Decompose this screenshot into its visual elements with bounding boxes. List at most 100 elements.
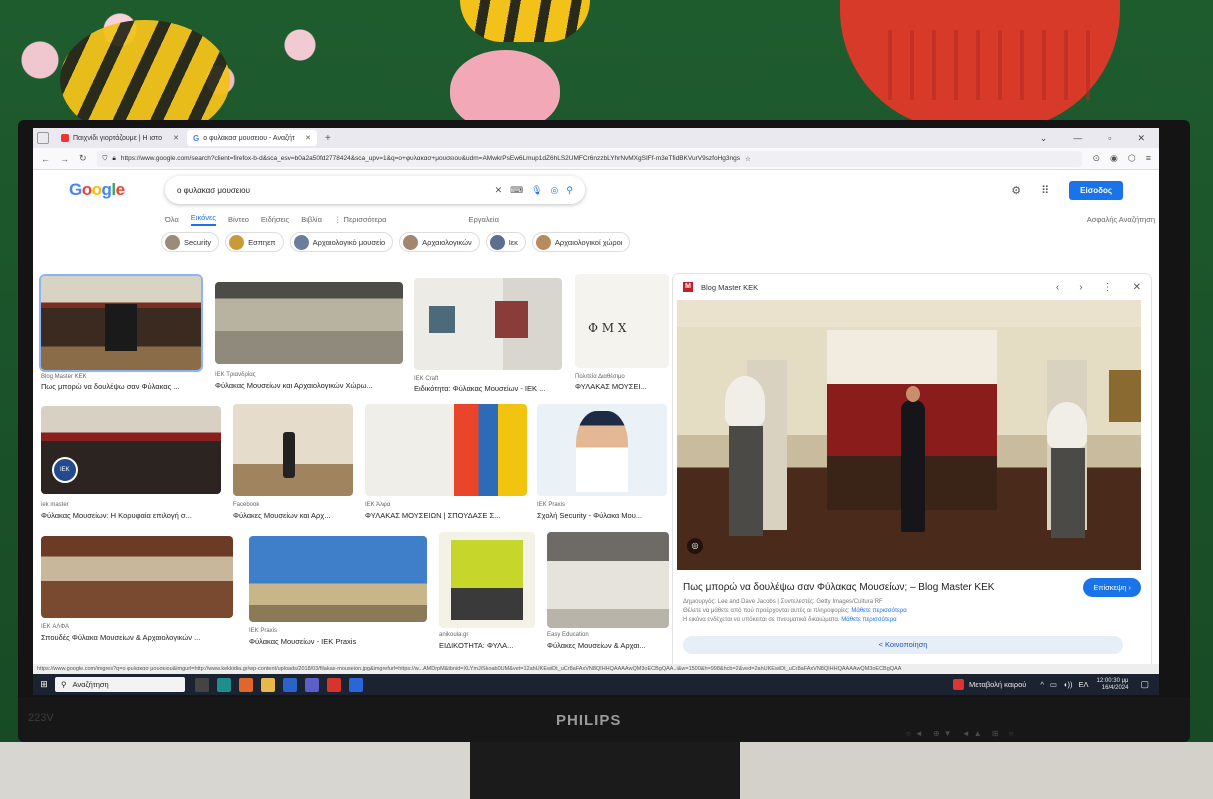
close-window-icon[interactable]: ✕ xyxy=(1137,133,1145,144)
result-title[interactable]: Φύλακας Μουσείων: Η Κορυφαία επιλογή σ..… xyxy=(41,511,221,520)
volume-icon[interactable]: ◖)) xyxy=(1063,680,1073,689)
tab-news[interactable]: Ειδήσεις xyxy=(261,215,289,224)
network-icon[interactable]: ▭ xyxy=(1050,680,1057,689)
more-options-icon[interactable]: ⋮ xyxy=(1103,282,1113,293)
firefox-icon[interactable] xyxy=(239,677,253,692)
tools-button[interactable]: Εργαλεία xyxy=(468,215,498,224)
list-tabs-icon[interactable]: ⌄ xyxy=(1040,133,1048,144)
tab-2-close-icon[interactable]: ✕ xyxy=(305,134,311,142)
tab-more[interactable]: ⋮ Περισσότερα xyxy=(334,215,387,224)
result-title[interactable]: Πως μπορώ να δουλέψω σαν Φύλακας ... xyxy=(41,382,201,391)
edge-icon[interactable] xyxy=(217,677,231,692)
notification-icon[interactable]: ▢ xyxy=(1140,679,1149,690)
preview-title[interactable]: Πως μπορώ να δουλέψω σαν Φύλακας Μουσείω… xyxy=(683,582,994,593)
result-thumbnail[interactable] xyxy=(233,404,353,496)
teams-icon[interactable] xyxy=(305,677,319,692)
reload-icon[interactable]: ↻ xyxy=(79,153,87,164)
learn-more-link[interactable]: Μάθετε περισσότερα xyxy=(851,608,906,614)
previous-icon[interactable]: ‹ xyxy=(1056,282,1059,293)
bookmark-star-icon[interactable]: ☆ xyxy=(745,155,751,163)
tab-1[interactable]: Παιχνίδι γιορτάζουμε | Η ιστο ✕ xyxy=(55,130,185,146)
lens-icon[interactable]: ◎ xyxy=(551,185,559,196)
result-thumbnail[interactable] xyxy=(41,276,201,370)
extensions-icon[interactable]: ⬡ xyxy=(1128,153,1136,164)
menu-icon[interactable]: ≡ xyxy=(1146,153,1151,164)
chip-archaeological[interactable]: Αρχαιολογικών xyxy=(399,232,480,252)
clear-search-icon[interactable]: ✕ xyxy=(495,185,503,196)
result-title[interactable]: Φύλακας Μουσείων και Αρχαιολογικών Χώρω.… xyxy=(215,381,403,390)
result-thumbnail[interactable] xyxy=(547,532,669,628)
result-thumbnail[interactable] xyxy=(41,536,233,618)
back-icon[interactable]: ← xyxy=(41,154,50,164)
store-icon[interactable] xyxy=(283,677,297,692)
preview-source[interactable]: Blog Master KEK xyxy=(701,283,758,292)
tab-all[interactable]: Όλα xyxy=(165,215,179,224)
shield-icon[interactable]: ⛉ xyxy=(103,155,108,163)
lock-icon[interactable]: 🔒︎ xyxy=(112,155,115,163)
result-title[interactable]: Σχολή Security - Φύλακα Μου... xyxy=(537,511,667,520)
tab-images[interactable]: Εικόνες xyxy=(190,213,216,226)
windows-start-icon[interactable]: ⊞ xyxy=(33,679,55,690)
search-input[interactable]: ο φυλακασ μουσειου xyxy=(177,186,487,195)
pocket-icon[interactable]: ⊙ xyxy=(1092,153,1100,164)
tab-books[interactable]: Βιβλία xyxy=(301,215,322,224)
visit-button[interactable]: Επίσκεψη › xyxy=(1083,578,1141,597)
result-title[interactable]: Φύλακας Μουσείων - IEK Praxis xyxy=(249,637,427,646)
result-thumbnail[interactable] xyxy=(365,404,527,496)
tab-overview-icon[interactable] xyxy=(37,132,49,144)
tab-2[interactable]: G ο φυλακασ μουσειου - Αναζήτ ✕ xyxy=(187,130,317,146)
chip-archaeological-museum[interactable]: Αρχαιολογικό μουσείο xyxy=(289,232,394,252)
tab-1-close-icon[interactable]: ✕ xyxy=(173,134,179,142)
apps-grid-icon[interactable]: ⠿ xyxy=(1041,184,1049,197)
settings-gear-icon[interactable]: ⚙ xyxy=(1011,184,1021,197)
chevron-up-icon[interactable]: ^ xyxy=(1040,680,1044,689)
account-icon[interactable]: ◉ xyxy=(1110,153,1118,164)
result-thumbnail[interactable] xyxy=(414,278,562,370)
next-icon[interactable]: › xyxy=(1079,282,1082,293)
preview-image[interactable]: ◎ xyxy=(677,300,1141,570)
result-thumbnail[interactable] xyxy=(537,404,667,496)
result-thumbnail[interactable] xyxy=(575,274,669,368)
result-thumbnail[interactable] xyxy=(215,282,403,364)
result-title[interactable]: Ειδικότητα: Φύλακας Μουσείων - ΙΕΚ ... xyxy=(414,384,562,393)
tab-videos[interactable]: Βίντεο xyxy=(228,215,249,224)
safe-search-button[interactable]: Ασφαλής Αναζήτηση xyxy=(1087,215,1159,224)
maximize-icon[interactable]: ▫ xyxy=(1108,133,1111,144)
result-title[interactable]: Φύλακες Μουσείων & Αρχαι... xyxy=(547,641,669,650)
clock[interactable]: 12:00:30 μμ 16/4/2024 xyxy=(1097,678,1129,692)
result-title[interactable]: Φύλακες Μουσείων και Αρχ... xyxy=(233,511,353,520)
result-thumbnail[interactable] xyxy=(439,532,535,628)
minimize-icon[interactable]: — xyxy=(1073,133,1082,144)
chip-security[interactable]: Security xyxy=(161,232,220,252)
word-icon[interactable] xyxy=(349,677,363,692)
signin-button[interactable]: Είσοδος xyxy=(1069,180,1123,200)
result-thumbnail[interactable] xyxy=(41,406,221,494)
language-indicator[interactable]: ΕΛ xyxy=(1079,680,1089,689)
red-app-icon[interactable] xyxy=(327,677,341,692)
search-box[interactable]: ο φυλακασ μουσειου ✕ ⌨ 🎙︎ ◎ ⚲ xyxy=(165,176,585,204)
voice-search-icon[interactable]: 🎙︎ xyxy=(531,185,542,196)
google-logo[interactable]: Google xyxy=(69,180,165,200)
new-tab-button[interactable]: + xyxy=(319,133,337,144)
share-button[interactable]: < Κοινοποίηση xyxy=(683,636,1123,654)
weather-widget[interactable]: Μεταβολή καιρού xyxy=(953,679,1026,690)
learn-more-link-2[interactable]: Μάθετε περισσότερα xyxy=(841,617,896,623)
file-explorer-icon[interactable] xyxy=(261,677,275,692)
chip-espiep[interactable]: Εσπηεπ xyxy=(225,232,284,252)
result-title[interactable]: Σπουδές Φύλακα Μουσείων & Αρχαιολογικών … xyxy=(41,633,233,642)
result-title[interactable]: ΦΥΛΑΚΑΣ ΜΟΥΣΕΙ... xyxy=(575,382,669,391)
result-source: anikoula.gr xyxy=(439,632,469,638)
chip-iek[interactable]: Ιεκ xyxy=(485,232,526,252)
keyboard-icon[interactable]: ⌨ xyxy=(510,185,523,196)
result-title[interactable]: ΕΙΔΙΚΟΤΗΤΑ: ΦΥΛΑ... xyxy=(439,641,535,650)
close-preview-icon[interactable]: ✕ xyxy=(1133,282,1141,293)
google-lens-icon[interactable]: ◎ xyxy=(687,538,703,554)
search-icon[interactable]: ⚲ xyxy=(566,185,573,196)
result-title[interactable]: ΦΥΛΑΚΑΣ ΜΟΥΣΕΙΩΝ | ΣΠΟΥΔΑΣΕ Σ... xyxy=(365,511,527,520)
task-view-icon[interactable] xyxy=(195,677,209,692)
result-thumbnail[interactable] xyxy=(249,536,427,622)
chip-archaeological-sites[interactable]: Αρχαιολογικοί χώροι xyxy=(531,232,631,252)
taskbar-search[interactable]: ⚲ Αναζήτηση xyxy=(55,677,185,692)
url-bar[interactable]: ⛉ 🔒︎ https://www.google.com/search?clien… xyxy=(96,150,1083,167)
forward-icon[interactable]: → xyxy=(60,154,69,164)
